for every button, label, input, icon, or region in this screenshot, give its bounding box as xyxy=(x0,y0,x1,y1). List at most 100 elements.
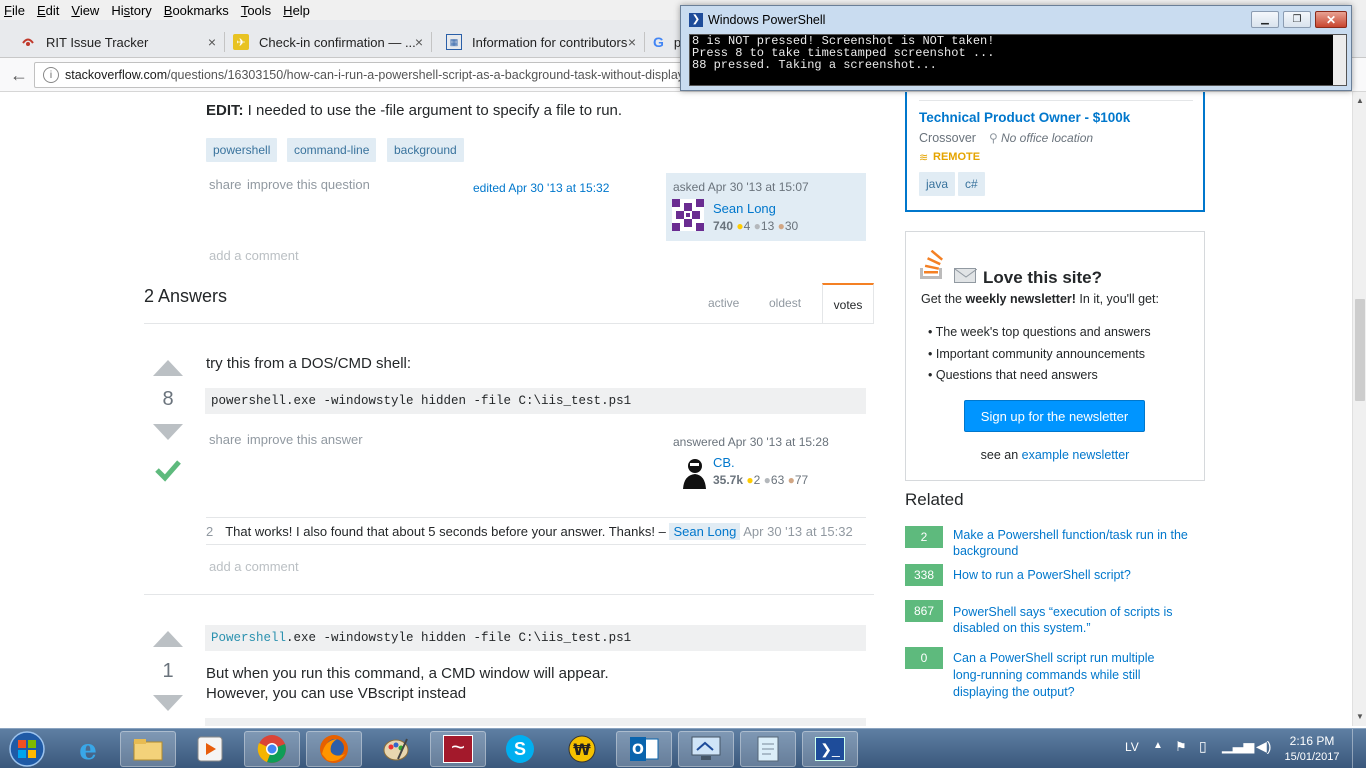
show-desktop-button[interactable] xyxy=(1352,729,1366,769)
explorer-icon[interactable] xyxy=(120,731,176,767)
tab-votes[interactable]: votes xyxy=(822,283,874,324)
app-tilde-icon[interactable]: ~ xyxy=(430,731,486,767)
job-title[interactable]: Technical Product Owner - $100k xyxy=(919,110,1130,125)
powershell-taskbar-icon[interactable]: ❯_ xyxy=(802,731,858,767)
start-button[interactable] xyxy=(4,730,50,768)
power-icon[interactable]: ▯ xyxy=(1199,738,1207,755)
user-link[interactable]: CB. xyxy=(713,455,735,470)
info-icon[interactable]: i xyxy=(43,67,59,83)
language-indicator[interactable]: LV xyxy=(1125,740,1139,754)
related-score: 867 xyxy=(905,600,943,622)
menu-tools[interactable]: Tools xyxy=(241,3,271,18)
network-signal-icon[interactable]: ▁▃▅ xyxy=(1222,737,1254,754)
menu-help[interactable]: Help xyxy=(283,3,310,18)
minimize-button[interactable]: ▁ xyxy=(1251,11,1279,28)
upvote-icon[interactable] xyxy=(153,360,183,379)
clock-date[interactable]: 15/01/2017 xyxy=(1278,751,1346,763)
answer-text: try this from a DOS/CMD shell: xyxy=(206,355,412,372)
scroll-up-icon[interactable]: ▲ xyxy=(1356,96,1364,105)
page-icon: ▦ xyxy=(446,34,462,50)
paint-icon[interactable] xyxy=(368,731,424,767)
job-company: Crossover xyxy=(919,131,976,145)
job-ad[interactable]: Technical Product Owner - $100k Crossove… xyxy=(905,92,1205,212)
job-remote: REMOTE xyxy=(933,151,981,163)
tag-background[interactable]: background xyxy=(387,138,464,162)
tag-powershell[interactable]: powershell xyxy=(206,138,278,162)
menu-edit[interactable]: Edit xyxy=(37,3,59,18)
norton-icon[interactable]: ₩ xyxy=(554,731,610,767)
newsletter-example: see an example newsletter xyxy=(980,448,1130,462)
edited-link[interactable]: edited Apr 30 '13 at 15:32 xyxy=(473,181,609,195)
improve-question-link[interactable]: improve this question xyxy=(247,177,370,192)
job-tag-csharp[interactable]: c# xyxy=(958,172,985,196)
back-icon[interactable]: ← xyxy=(10,65,28,86)
menu-file[interactable]: File xyxy=(4,3,25,18)
location-pin-icon: ⚲ xyxy=(989,131,998,145)
volume-icon[interactable]: ◀) xyxy=(1256,738,1271,755)
scrollbar-thumb[interactable] xyxy=(1355,299,1365,401)
avatar[interactable] xyxy=(680,457,707,489)
notepad-icon[interactable] xyxy=(740,731,796,767)
avatar[interactable] xyxy=(672,199,704,231)
newsletter-bullets: • The week's top questions and answers •… xyxy=(928,325,1151,382)
ie-icon[interactable]: e xyxy=(60,731,116,767)
downvote-icon[interactable] xyxy=(153,424,183,443)
user-link[interactable]: Sean Long xyxy=(713,201,776,216)
vote-count: 1 xyxy=(162,660,174,682)
close-icon[interactable]: × xyxy=(628,34,636,50)
outlook-icon[interactable]: O xyxy=(616,731,672,767)
tab-google[interactable]: G p xyxy=(645,28,681,56)
page-content: EDIT: I needed to use the -file argument… xyxy=(0,92,1352,726)
upvote-icon[interactable] xyxy=(153,631,183,650)
job-tag-java[interactable]: java xyxy=(919,172,956,196)
tab-active[interactable]: active xyxy=(708,296,739,310)
skype-icon[interactable]: S xyxy=(492,731,548,767)
signup-newsletter-button[interactable]: Sign up for the newsletter xyxy=(964,400,1145,432)
newsletter-title: Love this site? xyxy=(983,268,1103,287)
url-bar[interactable]: i stackoverflow.com/questions/16303150/h… xyxy=(34,62,734,88)
comment-user-link[interactable]: Sean Long xyxy=(669,523,741,540)
bug-icon xyxy=(20,34,36,50)
media-player-icon[interactable] xyxy=(182,731,238,767)
close-button[interactable]: ✕ xyxy=(1315,11,1347,28)
downvote-icon[interactable] xyxy=(153,695,183,714)
scroll-down-icon[interactable]: ▼ xyxy=(1356,712,1364,721)
svg-text:₩: ₩ xyxy=(573,740,591,759)
close-icon[interactable]: × xyxy=(415,34,423,50)
google-icon: G xyxy=(653,34,664,50)
clock-time[interactable]: 2:16 PM xyxy=(1282,734,1342,748)
window-title: ❯ Windows PowerShell xyxy=(689,13,825,27)
newsletter-intro: Get the weekly newsletter! In it, you'll… xyxy=(921,292,1159,306)
tab-information-contributors[interactable]: ▦ Information for contributors × xyxy=(432,28,644,56)
tab-oldest[interactable]: oldest xyxy=(769,296,801,310)
mail-icon xyxy=(954,268,978,283)
firefox-icon[interactable] xyxy=(306,731,362,767)
powershell-window[interactable]: ❯ Windows PowerShell ▁ ❐ ✕ 8 is NOT pres… xyxy=(680,5,1352,91)
job-location: No office location xyxy=(1001,131,1094,145)
close-icon[interactable]: × xyxy=(208,34,216,50)
example-newsletter-link[interactable]: example newsletter xyxy=(1022,448,1130,462)
remote-desktop-icon[interactable] xyxy=(678,731,734,767)
menu-history[interactable]: History xyxy=(111,3,151,18)
flag-icon[interactable]: ⚑ xyxy=(1175,739,1187,755)
vote-count: 8 xyxy=(162,388,174,410)
share-link[interactable]: share xyxy=(209,177,242,192)
console-output[interactable]: 8 is NOT pressed! Screenshot is NOT take… xyxy=(689,34,1347,86)
maximize-button[interactable]: ❐ xyxy=(1283,11,1311,28)
comment: 2 That works! I also found that about 5 s… xyxy=(206,523,853,540)
tag-command-line[interactable]: command-line xyxy=(287,138,377,162)
related-score: 2 xyxy=(905,526,943,548)
tray-expand-icon[interactable]: ▲ xyxy=(1153,740,1163,751)
tab-check-in[interactable]: ✈ Check-in confirmation — ... × xyxy=(225,28,431,56)
menu-bookmarks[interactable]: Bookmarks xyxy=(164,3,229,18)
page-scrollbar[interactable]: ▲ ▼ xyxy=(1352,92,1366,726)
add-comment-link[interactable]: add a comment xyxy=(209,248,299,263)
chrome-icon[interactable] xyxy=(244,731,300,767)
add-comment-link[interactable]: add a comment xyxy=(209,559,299,574)
console-scrollbar[interactable] xyxy=(1333,35,1346,85)
tab-rit-issue-tracker[interactable]: RIT Issue Tracker × xyxy=(0,28,224,56)
improve-answer-link[interactable]: improve this answer xyxy=(247,432,363,447)
menu-view[interactable]: View xyxy=(71,3,99,18)
stackoverflow-logo-icon xyxy=(918,249,948,285)
share-link[interactable]: share xyxy=(209,432,242,447)
